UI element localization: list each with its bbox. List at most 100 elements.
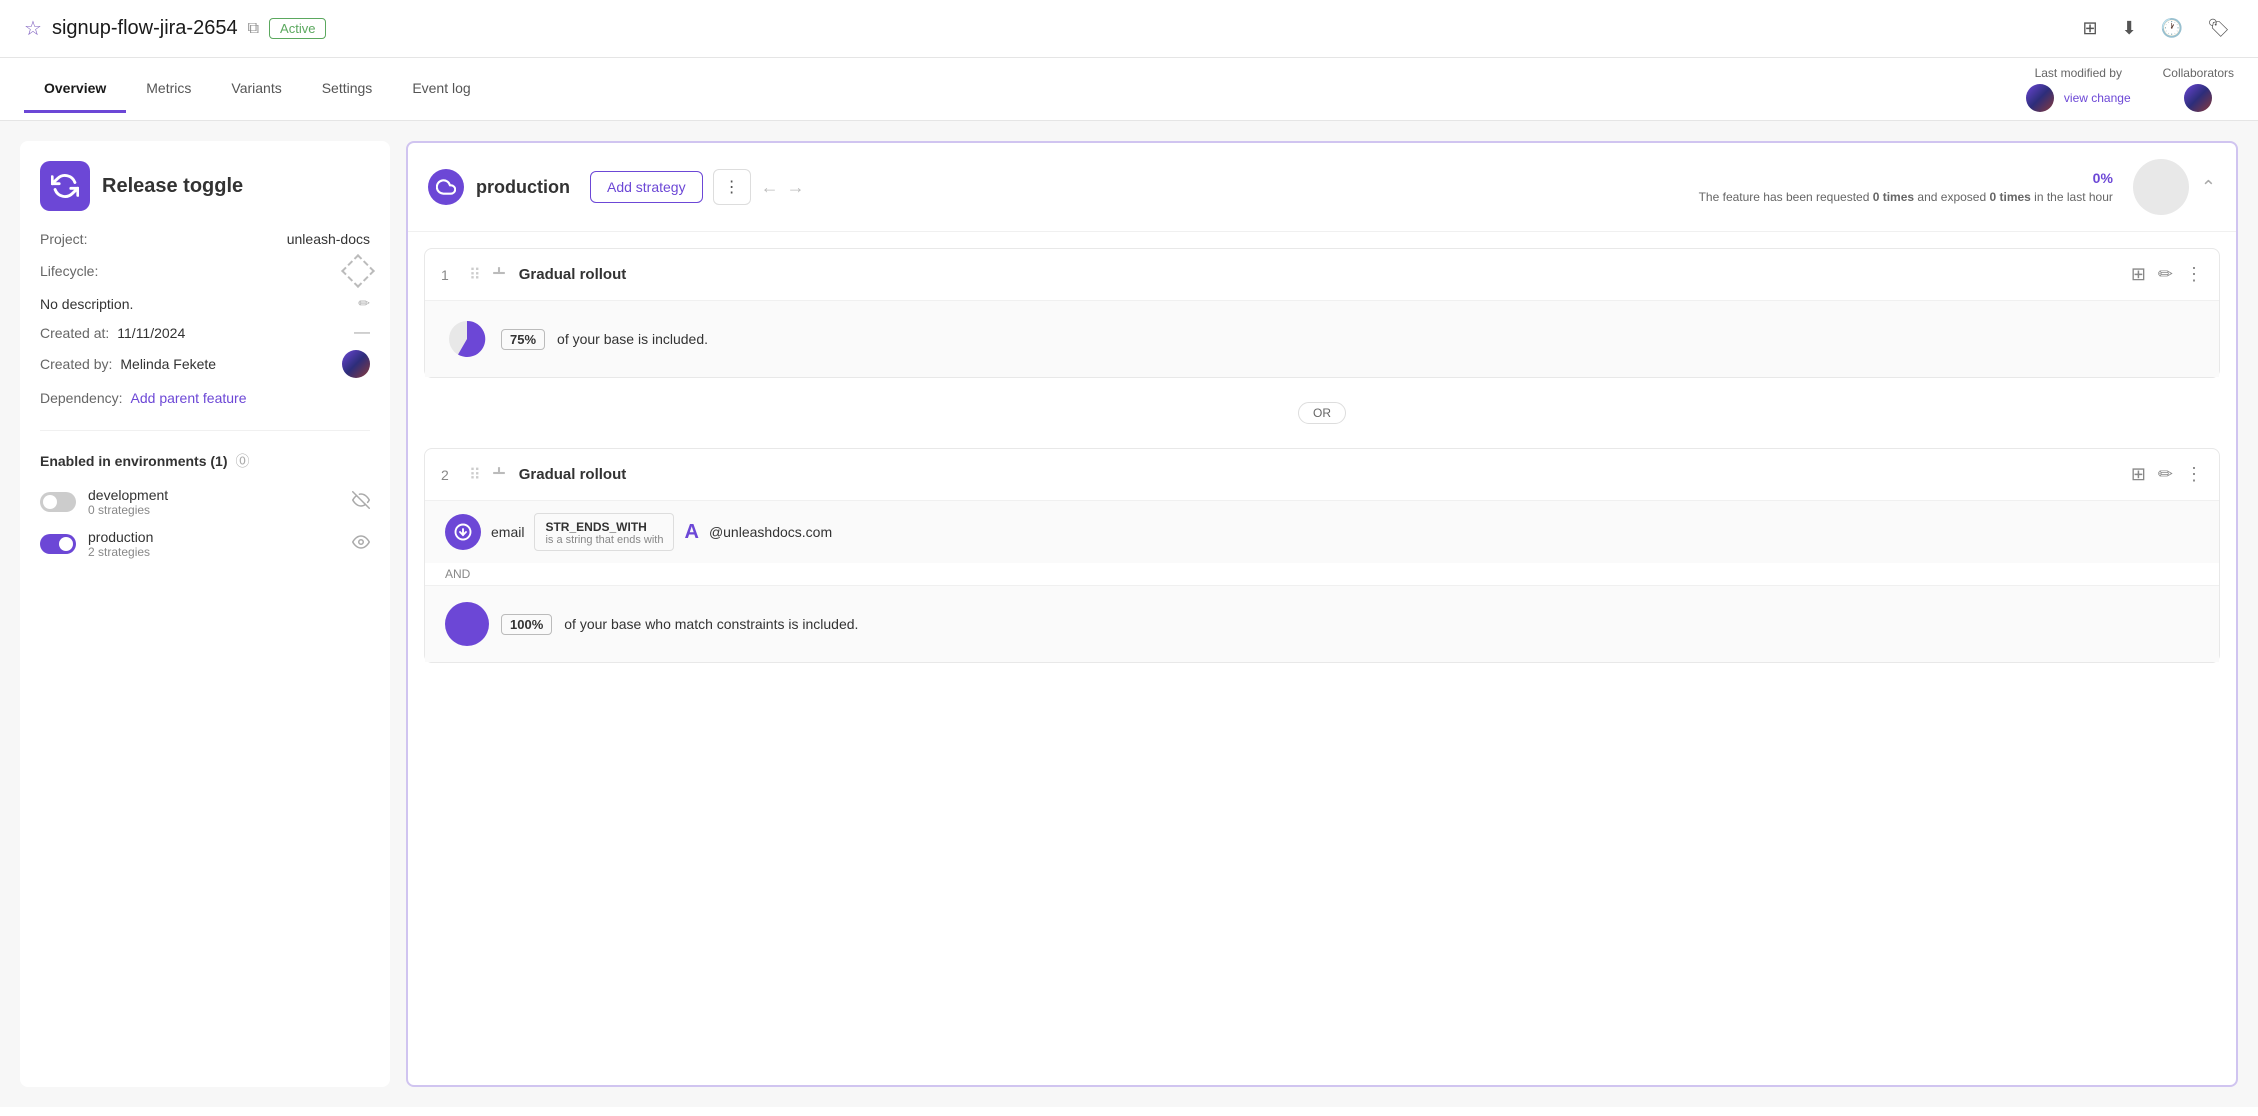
star-icon[interactable]: ☆	[24, 16, 42, 41]
drag-icon-2[interactable]: ⠿	[469, 465, 481, 485]
tab-event-log[interactable]: Event log	[392, 66, 490, 113]
production-section-header: production Add strategy ⋮ ← → 0% The fea…	[408, 143, 2236, 232]
production-strategies: 2 strategies	[88, 545, 352, 559]
strategy-item-2: 2 ⠿ Gradual rollout ⊞ ✏ ⋮	[424, 448, 2220, 663]
development-strategies: 0 strategies	[88, 503, 352, 517]
project-value: unleash-docs	[287, 231, 370, 247]
last-modified-label: Last modified by	[2035, 66, 2122, 80]
created-at-icon: —	[354, 324, 370, 342]
strategy-1-more-button[interactable]: ⋮	[2185, 264, 2203, 285]
strategy-1-body: 75% of your base is included.	[425, 300, 2219, 377]
env-item-development: development 0 strategies	[40, 487, 370, 517]
env-section-header: Enabled in environments (1) ⓪	[40, 451, 370, 471]
development-info: development 0 strategies	[88, 487, 352, 517]
drag-icon-1[interactable]: ⠿	[469, 265, 481, 285]
constraint-row: email STR_ENDS_WITH is a string that end…	[425, 500, 2219, 563]
left-panel: Release toggle Project: unleash-docs Lif…	[20, 141, 390, 1087]
strategy-1-header: 1 ⠿ Gradual rollout ⊞ ✏ ⋮	[425, 249, 2219, 300]
tag-header-button[interactable]: 🏷	[2203, 14, 2234, 43]
percentage-badge-75: 75%	[501, 329, 545, 350]
add-header-button[interactable]: ⊞	[2079, 14, 2102, 43]
development-name: development	[88, 487, 352, 503]
percentage-badge-100: 100%	[501, 614, 552, 635]
collapse-icon[interactable]: ⌃	[2201, 177, 2216, 198]
env-stat-text: The feature has been requested 0 times a…	[1699, 190, 2113, 204]
project-row: Project: unleash-docs	[40, 231, 370, 247]
collaborators-label: Collaborators	[2163, 66, 2234, 80]
strategy-1-body-text: of your base is included.	[557, 331, 708, 347]
add-parent-feature-link[interactable]: Add parent feature	[131, 390, 247, 406]
or-divider: OR	[408, 394, 2236, 432]
description-text: No description.	[40, 296, 133, 312]
development-eye-icon[interactable]	[352, 491, 370, 514]
lifecycle-label: Lifecycle:	[40, 263, 140, 279]
tab-metrics[interactable]: Metrics	[126, 66, 211, 113]
right-panel: production Add strategy ⋮ ← → 0% The fea…	[406, 141, 2238, 1087]
development-toggle[interactable]	[40, 492, 76, 512]
add-strategy-button[interactable]: Add strategy	[590, 171, 703, 203]
production-toggle[interactable]	[40, 534, 76, 554]
strategy-1-toggle-icon	[489, 263, 509, 286]
collaborators-meta: Collaborators	[2163, 66, 2234, 112]
pie-chart-75	[445, 317, 489, 361]
help-icon[interactable]: ⓪	[235, 451, 249, 471]
meta-row: view change	[2026, 84, 2131, 112]
strategy-2-body-text: of your base who match constraints is in…	[564, 616, 858, 632]
strategy-2-add-button[interactable]: ⊞	[2131, 464, 2146, 485]
or-badge: OR	[1298, 402, 1346, 424]
arrow-right-icon: →	[787, 177, 805, 198]
env-donut-chart	[2133, 159, 2189, 215]
context-icon	[445, 514, 481, 550]
created-by-name: Melinda Fekete	[120, 356, 216, 372]
production-section-name: production	[476, 177, 570, 198]
strategy-item-1: 1 ⠿ Gradual rollout ⊞ ✏ ⋮	[424, 248, 2220, 378]
nav-tabs: Overview Metrics Variants Settings Event…	[0, 58, 2258, 121]
feature-header: Release toggle	[40, 161, 370, 211]
strategy-list: 1 ⠿ Gradual rollout ⊞ ✏ ⋮	[408, 248, 2236, 663]
arrow-icons: ← →	[761, 177, 805, 198]
strategy-2-name: Gradual rollout	[519, 466, 627, 483]
requested-count: 0 times	[1873, 190, 1914, 204]
history-header-button[interactable]: 🕐	[2157, 14, 2187, 43]
constraint-op-label: is a string that ends with	[545, 534, 663, 546]
download-header-button[interactable]: ⬇	[2118, 14, 2141, 43]
last-modified-meta: Last modified by view change	[2026, 66, 2131, 112]
header-left: ☆ signup-flow-jira-2654 ⧉ Active	[24, 16, 2079, 41]
constraint-field: email	[491, 524, 524, 540]
env-stats: 0% The feature has been requested 0 time…	[1699, 170, 2113, 204]
env-section-title: Enabled in environments (1)	[40, 453, 227, 469]
env-actions: Add strategy ⋮ ← →	[590, 169, 805, 205]
project-label: Project:	[40, 231, 140, 247]
view-change-link[interactable]: view change	[2064, 91, 2131, 105]
strategy-1-add-button[interactable]: ⊞	[2131, 264, 2146, 285]
tab-variants[interactable]: Variants	[211, 66, 301, 113]
feature-icon	[40, 161, 90, 211]
feature-name: signup-flow-jira-2654	[52, 17, 238, 40]
strategy-2-more-button[interactable]: ⋮	[2185, 464, 2203, 485]
created-at-row: Created at: 11/11/2024 —	[40, 324, 370, 342]
description-row: No description. ✏	[40, 295, 370, 312]
active-badge: Active	[269, 18, 326, 39]
strategy-1-edit-button[interactable]: ✏	[2158, 264, 2173, 285]
created-at-value: 11/11/2024	[117, 325, 185, 341]
app-container: ☆ signup-flow-jira-2654 ⧉ Active ⊞ ⬇ 🕐 🏷…	[0, 0, 2258, 1116]
copy-icon[interactable]: ⧉	[248, 20, 259, 38]
env-percent: 0%	[1699, 170, 2113, 186]
more-options-button[interactable]: ⋮	[713, 169, 751, 205]
creator-avatar	[342, 350, 370, 378]
tab-settings[interactable]: Settings	[302, 66, 393, 113]
constraint-op-value: STR_ENDS_WITH	[545, 520, 646, 534]
production-cloud-icon	[428, 169, 464, 205]
constraint-domain: @unleashdocs.com	[709, 524, 832, 540]
edit-description-icon[interactable]: ✏	[358, 295, 370, 312]
production-eye-icon[interactable]	[352, 533, 370, 556]
arrow-left-icon: ←	[761, 177, 779, 198]
strategy-2-number: 2	[441, 467, 461, 483]
environments-section: Enabled in environments (1) ⓪ developmen…	[40, 430, 370, 559]
strategy-2-toggle-icon	[489, 463, 509, 486]
strategy-2-actions: ⊞ ✏ ⋮	[2131, 464, 2203, 485]
constraint-op-box: STR_ENDS_WITH is a string that ends with	[534, 513, 674, 551]
tab-overview[interactable]: Overview	[24, 66, 126, 113]
strategy-2-edit-button[interactable]: ✏	[2158, 464, 2173, 485]
env-item-production: production 2 strategies	[40, 529, 370, 559]
